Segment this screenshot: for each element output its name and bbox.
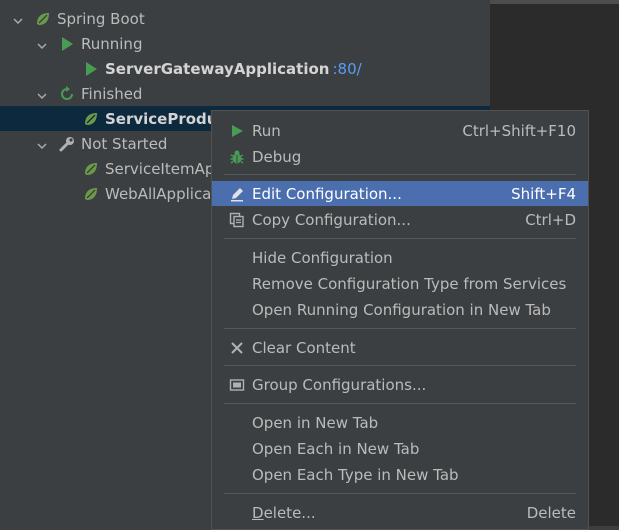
menu-item-run[interactable]: Run Ctrl+Shift+F10 <box>212 118 588 143</box>
menu-shortcut: Ctrl+D <box>525 210 576 229</box>
close-icon <box>228 339 246 357</box>
wrench-icon <box>58 135 76 153</box>
menu-label: Edit Configuration... <box>252 184 402 203</box>
rerun-icon <box>58 85 76 103</box>
menu-item-open-in-new-tab[interactable]: Open in New Tab <box>212 410 588 435</box>
tree-node-server-gateway[interactable]: ServerGatewayApplication :80/ <box>0 56 490 81</box>
menu-item-delete[interactable]: Delete... Delete <box>212 500 588 525</box>
tree-node-finished[interactable]: Finished <box>0 81 490 106</box>
menu-label: Delete... <box>252 504 316 522</box>
editor-tab-strip <box>490 0 619 4</box>
menu-shortcut: Delete <box>526 503 576 522</box>
menu-item-clear-content[interactable]: Clear Content <box>212 335 588 360</box>
tree-label: ServerGatewayApplication <box>105 59 330 78</box>
menu-separator <box>224 238 576 239</box>
bug-icon <box>228 148 246 166</box>
spring-leaf-icon <box>34 10 52 28</box>
menu-label: Group Configurations... <box>252 375 427 394</box>
menu-item-open-each-type-in-new-tab[interactable]: Open Each Type in New Tab <box>212 462 588 487</box>
tree-label: ServiceItemAp <box>105 159 215 178</box>
menu-item-remove-configuration-type[interactable]: Remove Configuration Type from Services <box>212 271 588 296</box>
menu-item-debug[interactable]: Debug <box>212 144 588 169</box>
menu-item-open-running-configuration[interactable]: Open Running Configuration in New Tab <box>212 297 588 322</box>
tree-node-running[interactable]: Running <box>0 31 490 56</box>
chevron-down-icon[interactable] <box>36 88 48 100</box>
play-icon <box>228 122 246 140</box>
menu-label: Run <box>252 121 281 140</box>
chevron-down-icon[interactable] <box>36 38 48 50</box>
menu-label: Remove Configuration Type from Services <box>252 274 567 293</box>
menu-item-edit-configuration[interactable]: Edit Configuration... Shift+F4 <box>212 181 588 206</box>
menu-shortcut: Shift+F4 <box>511 184 576 203</box>
menu-separator <box>224 493 576 494</box>
menu-separator <box>224 174 576 175</box>
spring-leaf-icon <box>82 110 100 128</box>
menu-shortcut: Ctrl+Shift+F10 <box>462 121 576 140</box>
tree-label: Running <box>81 34 143 53</box>
menu-item-hide-configuration[interactable]: Hide Configuration <box>212 245 588 270</box>
menu-item-copy-configuration[interactable]: Copy Configuration... Ctrl+D <box>212 207 588 232</box>
menu-label: Open Each Type in New Tab <box>252 465 459 484</box>
context-menu: Run Ctrl+Shift+F10 Debug Edit Configurat… <box>211 110 589 530</box>
menu-label: Open Each in New Tab <box>252 439 420 458</box>
pencil-icon <box>228 185 246 203</box>
menu-label: Copy Configuration... <box>252 210 411 229</box>
tree-node-spring-boot[interactable]: Spring Boot <box>0 6 490 31</box>
spring-leaf-icon <box>82 185 100 203</box>
play-icon <box>82 60 100 78</box>
mnemonic-letter: D <box>252 503 264 522</box>
spring-leaf-icon <box>82 160 100 178</box>
menu-label: Open in New Tab <box>252 413 379 432</box>
menu-item-open-each-in-new-tab[interactable]: Open Each in New Tab <box>212 436 588 461</box>
tree-label: Not Started <box>81 134 168 153</box>
folder-icon <box>228 376 246 394</box>
chevron-down-icon[interactable] <box>12 13 24 25</box>
play-icon <box>58 35 76 53</box>
menu-label: Debug <box>252 147 302 166</box>
menu-item-group-configurations[interactable]: Group Configurations... <box>212 372 588 397</box>
chevron-down-icon[interactable] <box>36 138 48 150</box>
tree-label: WebAllApplica <box>105 184 212 203</box>
tree-label: ServiceProduc <box>105 109 227 128</box>
menu-label: Hide Configuration <box>252 248 393 267</box>
port-link[interactable]: :80/ <box>332 60 361 78</box>
menu-label: Clear Content <box>252 338 356 357</box>
tree-label: Finished <box>81 84 143 103</box>
menu-separator <box>224 328 576 329</box>
menu-separator <box>224 365 576 366</box>
menu-separator <box>224 403 576 404</box>
tree-label: Spring Boot <box>57 9 145 28</box>
menu-label-rest: elete... <box>263 503 316 522</box>
copy-icon <box>228 211 246 229</box>
menu-label: Open Running Configuration in New Tab <box>252 300 551 319</box>
